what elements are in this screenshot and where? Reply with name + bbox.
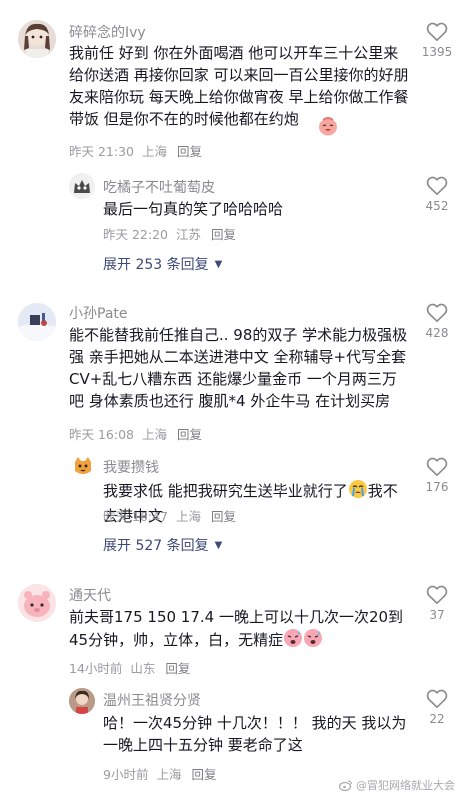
reply-text: 哈！一次45分钟 十几次！！！ 我的天 我以为一晚上四十五分钟 要老命了这: [103, 714, 407, 754]
username[interactable]: 温州王祖贤分贤: [103, 690, 201, 710]
reply-text-part: 我要求低 能把我研究生送毕业就行了: [103, 482, 348, 500]
like-button[interactable]: 428: [417, 303, 457, 340]
username[interactable]: 小孙Pate: [69, 303, 128, 323]
timestamp: 昨天 16:47: [103, 509, 168, 524]
cold-sweat-emoji-icon: [303, 628, 323, 654]
reply-button[interactable]: 回复: [211, 509, 236, 524]
comment-text: 前夫哥175 150 17.4 一晚上可以十几次一次20到45分钟，帅，立体，白…: [69, 606, 409, 654]
like-count: 1395: [421, 45, 453, 59]
timestamp: 14小时前: [69, 661, 123, 676]
like-count: 22: [429, 712, 445, 726]
crying-emoji-icon: [348, 479, 368, 505]
expand-replies-button[interactable]: 展开 253 条回复 ▼: [103, 254, 222, 274]
laughing-emoji-icon: [317, 115, 339, 141]
avatar[interactable]: [73, 456, 93, 476]
like-count: 452: [425, 199, 449, 213]
comment-meta: 昨天 16:08 上海 回复: [69, 424, 202, 443]
chevron-down-icon: ▼: [214, 539, 223, 551]
avatar[interactable]: [69, 173, 95, 199]
like-count: 176: [425, 480, 449, 494]
location: 上海: [156, 767, 182, 782]
location: 江苏: [175, 227, 201, 242]
location: 上海: [175, 509, 201, 524]
username[interactable]: 我要攒钱: [103, 457, 159, 477]
timestamp: 昨天 16:08: [69, 427, 134, 442]
comment-text: 我前任 好到 你在外面喝酒 他可以开车三十公里来给你送酒 再接你回家 可以来回一…: [69, 44, 409, 128]
reply-button[interactable]: 回复: [191, 767, 216, 782]
avatar[interactable]: [18, 303, 56, 341]
avatar[interactable]: [18, 20, 56, 58]
avatar[interactable]: [18, 584, 56, 622]
avatar[interactable]: [69, 688, 95, 714]
heart-icon: [426, 689, 448, 708]
comment-text-part: 前夫哥175 150 17.4 一晚上可以十几次一次20到45分钟，帅，立体，白…: [69, 608, 404, 649]
like-button[interactable]: 452: [417, 176, 457, 213]
reply-button[interactable]: 回复: [177, 144, 202, 159]
timestamp: 9小时前: [103, 767, 149, 782]
heart-icon: [426, 457, 448, 476]
weibo-logo-icon: [338, 779, 353, 794]
timestamp: 昨天 22:20: [103, 227, 168, 242]
like-count: 37: [429, 608, 445, 622]
like-button[interactable]: 22: [417, 689, 457, 726]
reply-meta: 昨天 16:47 上海 回复: [103, 506, 236, 525]
heart-icon: [426, 176, 448, 195]
reply-meta: 9小时前 上海 回复: [103, 764, 216, 783]
reply-button[interactable]: 回复: [177, 427, 202, 442]
cold-sweat-emoji-icon: [283, 628, 303, 654]
chevron-down-icon: ▼: [214, 258, 223, 270]
timestamp: 昨天 21:30: [69, 144, 134, 159]
comment-text: 能不能替我前任推自己.. 98的双子 学术能力极强极强 亲手把她从二本送进港中文…: [69, 326, 408, 410]
username[interactable]: 碎碎念的Ivy: [69, 22, 146, 42]
location: 上海: [141, 427, 167, 442]
expand-label: 展开 253 条回复: [103, 257, 209, 273]
like-count: 428: [425, 326, 449, 340]
heart-icon: [426, 303, 448, 322]
location: 上海: [141, 144, 167, 159]
reply-meta: 昨天 22:20 江苏 回复: [103, 224, 236, 243]
like-button[interactable]: 176: [417, 457, 457, 494]
username[interactable]: 吃橘子不吐葡萄皮: [103, 177, 215, 197]
heart-icon: [426, 585, 448, 604]
expand-label: 展开 527 条回复: [103, 538, 209, 554]
reply-button[interactable]: 回复: [165, 661, 190, 676]
comment-meta: 14小时前 山东 回复: [69, 658, 190, 677]
like-button[interactable]: 37: [417, 585, 457, 622]
heart-icon: [426, 22, 448, 41]
reply-button[interactable]: 回复: [211, 227, 236, 242]
expand-replies-button[interactable]: 展开 527 条回复 ▼: [103, 535, 222, 555]
reply-text: 最后一句真的笑了哈哈哈哈: [103, 200, 284, 218]
watermark-text: @冒犯网络就业大会: [356, 779, 455, 792]
watermark: @冒犯网络就业大会: [338, 777, 455, 794]
username[interactable]: 通天代: [69, 585, 111, 605]
comment-meta: 昨天 21:30 上海 回复: [69, 141, 202, 160]
like-button[interactable]: 1395: [417, 22, 457, 59]
location: 山东: [130, 661, 156, 676]
